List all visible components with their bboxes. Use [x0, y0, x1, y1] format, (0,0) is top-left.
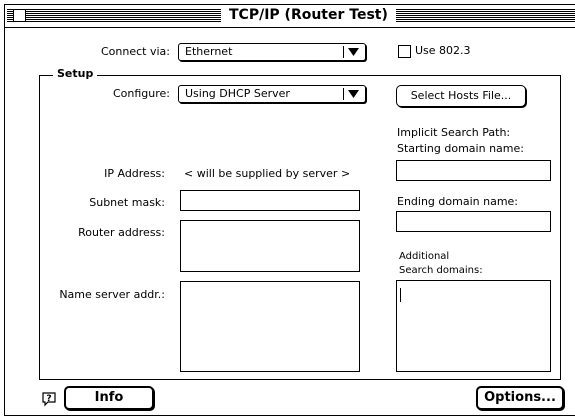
- popup-arrow: [343, 88, 362, 100]
- ending-domain-field[interactable]: [396, 211, 551, 232]
- connect-via-popup[interactable]: Ethernet: [178, 43, 366, 61]
- close-box-icon[interactable]: [13, 9, 26, 22]
- window-title: TCP/IP (Router Test): [221, 7, 396, 24]
- svg-text:?: ?: [46, 394, 51, 404]
- connect-via-value: Ethernet: [185, 45, 233, 58]
- search-domains-label: Search domains:: [399, 265, 483, 276]
- popup-arrow: [343, 46, 362, 58]
- triangle-down-icon: [348, 48, 359, 56]
- name-server-label: Name server addr.:: [59, 288, 165, 301]
- router-address-field[interactable]: [180, 220, 360, 272]
- text-cursor: [400, 288, 401, 302]
- triangle-down-icon: [348, 90, 359, 98]
- select-hosts-file-button[interactable]: Select Hosts File...: [396, 85, 526, 107]
- search-domains-field[interactable]: [396, 280, 551, 372]
- ending-domain-label: Ending domain name:: [397, 195, 519, 208]
- options-button[interactable]: Options...: [476, 386, 564, 410]
- info-button[interactable]: Info: [64, 386, 154, 410]
- subnet-mask-label: Subnet mask:: [89, 196, 165, 209]
- configure-label: Configure:: [112, 87, 170, 100]
- tcpip-window: TCP/IP (Router Test) Connect via: Ethern…: [4, 4, 575, 416]
- setup-group-title: Setup: [53, 67, 98, 81]
- configure-value: Using DHCP Server: [185, 87, 290, 100]
- ip-address-label: IP Address:: [104, 167, 165, 180]
- use-8023-label: Use 802.3: [415, 44, 471, 57]
- name-server-field[interactable]: [180, 281, 360, 372]
- subnet-mask-field[interactable]: [180, 190, 360, 211]
- configure-popup[interactable]: Using DHCP Server: [178, 85, 366, 103]
- starting-domain-field[interactable]: [396, 160, 551, 181]
- starting-domain-label: Starting domain name:: [397, 142, 524, 155]
- ip-address-value: < will be supplied by server >: [184, 167, 351, 180]
- additional-label: Additional: [399, 251, 450, 262]
- use-8023-checkbox[interactable]: [398, 45, 411, 58]
- question-balloon-icon[interactable]: ?: [41, 391, 57, 407]
- connect-via-label: Connect via:: [101, 45, 170, 58]
- title-bar[interactable]: TCP/IP (Router Test): [5, 5, 575, 28]
- router-address-label: Router address:: [78, 226, 165, 239]
- implicit-search-path-label: Implicit Search Path:: [397, 126, 511, 139]
